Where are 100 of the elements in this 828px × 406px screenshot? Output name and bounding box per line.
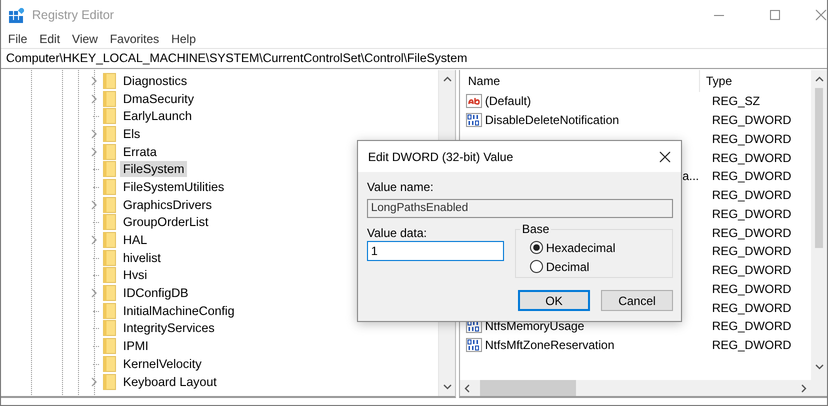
- value-type: REG_DWORD: [711, 319, 792, 334]
- value-type: REG_SZ: [711, 94, 760, 108]
- tree-item[interactable]: Errata: [120, 144, 160, 160]
- vertical-scrollbar[interactable]: [811, 70, 827, 396]
- value-name: DisableDeleteNotification: [485, 113, 620, 128]
- folder-icon: [103, 196, 116, 213]
- tree-item[interactable]: HAL: [120, 232, 150, 248]
- maximize-icon[interactable]: [769, 9, 781, 21]
- folder-icon: [103, 232, 116, 248]
- base-group: Base Hexadecimal Decimal: [515, 222, 673, 278]
- folder-icon: [103, 178, 116, 195]
- scroll-up-icon: [814, 76, 824, 82]
- value-type: REG_DWORD: [711, 226, 792, 240]
- scroll-thumb[interactable]: [480, 380, 576, 396]
- expand-chevron-icon[interactable]: [91, 94, 97, 104]
- column-header[interactable]: Name: [468, 74, 500, 88]
- scroll-left-icon: [464, 384, 470, 392]
- scroll-down-icon: [442, 384, 452, 390]
- radio-button[interactable]: [530, 260, 543, 273]
- menu-item[interactable]: File: [4, 32, 32, 46]
- value-type: REG_DWORD: [711, 244, 792, 258]
- expand-chevron-icon[interactable]: [91, 76, 97, 86]
- dialog-title: Edit DWORD (32-bit) Value: [368, 150, 514, 164]
- tree-item[interactable]: Diagnostics: [120, 72, 190, 89]
- value-type: REG_DWORD: [711, 263, 792, 278]
- folder-icon: [103, 144, 116, 160]
- folder-icon: [103, 126, 116, 142]
- value-name-field[interactable]: LongPathsEnabled: [367, 199, 673, 218]
- folder-icon: [103, 250, 116, 266]
- folder-icon: [103, 356, 116, 372]
- menu-item[interactable]: Favorites: [106, 32, 164, 46]
- tree-item[interactable]: IPMI: [120, 338, 152, 354]
- tree-item[interactable]: FileSystemUtilities: [120, 178, 228, 195]
- tree-item[interactable]: EarlyLaunch: [120, 108, 195, 124]
- expand-chevron-icon[interactable]: [91, 128, 97, 139]
- expand-chevron-icon[interactable]: [91, 288, 97, 298]
- expand-chevron-icon[interactable]: [91, 146, 97, 157]
- address-bar[interactable]: Computer\HKEY_LOCAL_MACHINE\SYSTEM\CurrentControlSet\Control\FileSystem: [1, 49, 827, 65]
- value-data-field[interactable]: 1: [367, 241, 504, 261]
- tree-item[interactable]: InitialMachineConfig: [120, 302, 238, 319]
- radio-label[interactable]: Hexadecimal: [546, 240, 616, 254]
- radio-button[interactable]: [530, 241, 543, 254]
- tree-item[interactable]: IntegrityServices: [120, 320, 218, 336]
- value-type: REG_DWORD: [711, 113, 792, 128]
- string-value-icon: [466, 94, 482, 108]
- value-name: NtfsMemoryUsage: [485, 319, 584, 334]
- folder-icon: [103, 90, 116, 107]
- tree-item[interactable]: FileSystem: [120, 161, 188, 178]
- ok-button[interactable]: OK: [518, 290, 590, 311]
- close-icon[interactable]: [659, 150, 671, 162]
- scroll-thumb[interactable]: [815, 88, 823, 248]
- field-label: Value data:: [367, 226, 428, 240]
- expand-chevron-icon[interactable]: [91, 200, 97, 210]
- folder-icon: [103, 338, 116, 354]
- tree-item[interactable]: KernelVelocity: [120, 356, 205, 372]
- folder-icon: [103, 161, 116, 178]
- binary-value-icon: [466, 338, 482, 352]
- tree-item[interactable]: Els: [120, 126, 144, 142]
- scroll-right-icon: [801, 384, 807, 392]
- folder-icon: [103, 320, 116, 336]
- folder-icon: [103, 214, 116, 230]
- tree-item[interactable]: IDConfigDB: [120, 285, 192, 302]
- folder-icon: [103, 108, 116, 124]
- column-header[interactable]: Type: [700, 74, 732, 88]
- binary-value-icon: [466, 113, 482, 128]
- cancel-button[interactable]: Cancel: [601, 290, 673, 311]
- menu-item[interactable]: Help: [167, 32, 200, 46]
- folder-icon: [103, 72, 116, 89]
- value-type: REG_DWORD: [711, 169, 792, 184]
- value-name: NtfsMftZoneReservation: [485, 338, 614, 352]
- menu-item[interactable]: View: [68, 32, 102, 46]
- folder-icon: [103, 267, 116, 284]
- tree-item[interactable]: Keyboard Layout: [120, 374, 220, 390]
- value-type: REG_DWORD: [711, 150, 792, 165]
- menu-item[interactable]: Edit: [35, 32, 64, 46]
- tree-item[interactable]: Hvsi: [120, 267, 150, 284]
- value-name: (Default): [485, 94, 532, 108]
- tree-item[interactable]: GraphicsDrivers: [120, 196, 215, 213]
- tree-item[interactable]: DmaSecurity: [120, 90, 197, 107]
- field-label: Value name:: [367, 180, 434, 194]
- tree-item[interactable]: GroupOrderList: [120, 214, 212, 230]
- tree-item[interactable]: hivelist: [120, 250, 164, 266]
- value-type: REG_DWORD: [711, 338, 792, 352]
- folder-icon: [103, 374, 116, 390]
- window-title: Registry Editor: [32, 8, 114, 22]
- value-type: REG_DWORD: [711, 282, 792, 296]
- expand-chevron-icon[interactable]: [91, 235, 97, 246]
- scroll-up-icon: [442, 76, 452, 82]
- value-type: REG_DWORD: [711, 188, 792, 202]
- value-type: REG_DWORD: [711, 206, 792, 221]
- value-type: REG_DWORD: [711, 132, 792, 146]
- folder-icon: [103, 302, 116, 319]
- value-type: REG_DWORD: [711, 300, 792, 315]
- horizontal-scrollbar[interactable]: [460, 380, 811, 396]
- radio-label[interactable]: Decimal: [546, 260, 590, 274]
- folder-icon: [103, 285, 116, 302]
- expand-chevron-icon[interactable]: [91, 376, 97, 387]
- value-name: a...: [682, 169, 699, 184]
- scroll-down-icon: [814, 364, 824, 370]
- registry-app-icon: [9, 8, 24, 22]
